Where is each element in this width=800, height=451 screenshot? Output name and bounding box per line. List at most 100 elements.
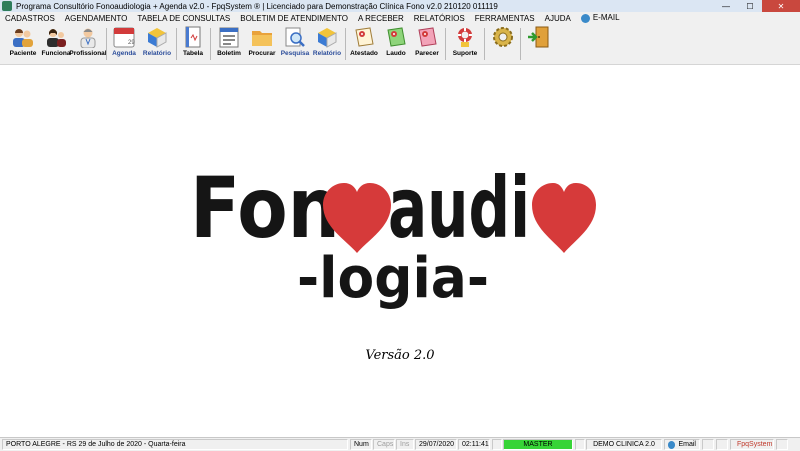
location-date-panel: PORTO ALEGRE - RS 29 de Julho de 2020 - … bbox=[2, 439, 348, 450]
boletim-label: Boletim bbox=[217, 50, 241, 57]
close-button[interactable]: ✕ bbox=[762, 0, 800, 12]
calendar-icon: 29 bbox=[112, 26, 136, 48]
main-content: Fon audi -logia- Versão 2.0 bbox=[0, 65, 800, 435]
menu-agendamento[interactable]: AGENDAMENTO bbox=[60, 14, 133, 23]
parecer-label: Parecer bbox=[415, 50, 439, 57]
menu-email-label: E-MAIL bbox=[592, 13, 620, 23]
window-controls: — ☐ ✕ bbox=[714, 0, 800, 12]
insert-indicator: Ins bbox=[396, 439, 414, 450]
company-icon bbox=[575, 439, 585, 450]
support-life-ring-icon bbox=[453, 26, 477, 48]
tabela-label: Tabela bbox=[182, 50, 204, 57]
relatorio-label-1: Relatório bbox=[142, 50, 172, 57]
agenda-button[interactable]: 29 Agenda bbox=[108, 26, 140, 62]
company-panel: DEMO CLINICA 2.0 bbox=[586, 439, 662, 450]
menu-ferramentas[interactable]: FERRAMENTAS bbox=[470, 14, 540, 23]
patients-icon bbox=[11, 26, 35, 48]
calendar-day: 29 bbox=[128, 40, 135, 46]
profissional-label: Profissional bbox=[69, 50, 107, 57]
info-icon[interactable] bbox=[776, 439, 788, 450]
procurar-button[interactable]: Procurar bbox=[245, 26, 279, 62]
toolbar: Paciente Funciona Profissional 29 Agenda… bbox=[0, 24, 800, 65]
menu-bar: CADASTROS AGENDAMENTO TABELA DE CONSULTA… bbox=[0, 12, 800, 24]
email-status-button[interactable]: Email bbox=[664, 439, 700, 450]
staff-icon bbox=[44, 26, 68, 48]
laudo-button[interactable]: Laudo bbox=[381, 26, 411, 62]
atestado-button[interactable]: Atestado bbox=[347, 26, 381, 62]
report-cube-icon bbox=[145, 26, 169, 48]
config-button[interactable] bbox=[488, 26, 518, 62]
caps-lock-indicator: Caps bbox=[373, 439, 395, 450]
minimize-button[interactable]: — bbox=[714, 0, 738, 12]
version-label: Versão 2.0 bbox=[365, 348, 435, 363]
paciente-label: Paciente bbox=[9, 50, 37, 57]
exit-button[interactable] bbox=[524, 26, 554, 62]
num-lock-indicator: Num bbox=[350, 439, 372, 450]
email-status-label: Email bbox=[678, 441, 696, 448]
laudo-label: Laudo bbox=[386, 50, 406, 57]
brand-panel: FpqSystem bbox=[730, 439, 774, 450]
user-panel: MASTER bbox=[503, 439, 573, 450]
doctor-icon bbox=[76, 26, 100, 48]
gear-icon bbox=[491, 26, 515, 48]
email-globe-icon bbox=[580, 13, 590, 23]
fonoaudiologia-logo: Fon audi -logia- bbox=[190, 159, 596, 311]
title-bar: Programa Consultório Fonoaudiologia + Ag… bbox=[0, 0, 800, 12]
date-panel: 29/07/2020 bbox=[415, 439, 457, 450]
logo-text-audi: audi bbox=[388, 159, 530, 257]
printer-icon[interactable] bbox=[702, 439, 714, 450]
heart-icon bbox=[532, 183, 596, 253]
toolbar-separator bbox=[106, 28, 107, 60]
search-icon bbox=[283, 26, 307, 48]
relatorio-label-2: Relatório bbox=[312, 50, 342, 57]
menu-email[interactable]: E-MAIL bbox=[576, 13, 625, 23]
toolbar-separator bbox=[176, 28, 177, 60]
toolbar-separator bbox=[484, 28, 485, 60]
table-sheet-icon bbox=[181, 26, 205, 48]
certificate-icon bbox=[352, 26, 376, 48]
relatorio-button-1[interactable]: Relatório bbox=[140, 26, 174, 62]
report-cube-icon bbox=[315, 26, 339, 48]
window-title: Programa Consultório Fonoaudiologia + Ag… bbox=[16, 1, 498, 11]
calculator-icon[interactable] bbox=[716, 439, 728, 450]
maximize-button[interactable]: ☐ bbox=[738, 0, 762, 12]
parecer-button[interactable]: Parecer bbox=[411, 26, 443, 62]
menu-boletim-de-atendimento[interactable]: BOLETIM DE ATENDIMENTO bbox=[235, 14, 353, 23]
folder-icon bbox=[250, 26, 274, 48]
report-green-icon bbox=[384, 26, 408, 48]
relatorio-button-2[interactable]: Relatório bbox=[311, 26, 343, 62]
status-bar: PORTO ALEGRE - RS 29 de Julho de 2020 - … bbox=[0, 437, 800, 451]
paciente-button[interactable]: Paciente bbox=[6, 26, 40, 62]
toolbar-separator bbox=[445, 28, 446, 60]
suporte-label: Suporte bbox=[452, 50, 478, 57]
atestado-label: Atestado bbox=[350, 50, 378, 57]
menu-cadastros[interactable]: CADASTROS bbox=[0, 14, 60, 23]
user-icon bbox=[492, 439, 502, 450]
logo-text-fon: Fon bbox=[190, 159, 340, 257]
tabela-button[interactable]: Tabela bbox=[178, 26, 208, 62]
pesquisa-label: Pesquisa bbox=[280, 50, 310, 57]
funciona-label: Funciona bbox=[41, 50, 71, 57]
toolbar-separator bbox=[520, 28, 521, 60]
exit-door-icon bbox=[527, 26, 551, 48]
funciona-button[interactable]: Funciona bbox=[40, 26, 72, 62]
app-icon bbox=[2, 1, 12, 11]
toolbar-separator bbox=[210, 28, 211, 60]
menu-tabela-de-consultas[interactable]: TABELA DE CONSULTAS bbox=[132, 14, 235, 23]
pesquisa-button[interactable]: Pesquisa bbox=[279, 26, 311, 62]
logo-text-logia: -logia- bbox=[297, 246, 489, 311]
time-panel: 02:11:41 bbox=[458, 439, 490, 450]
email-icon bbox=[668, 440, 676, 449]
menu-a-receber[interactable]: A RECEBER bbox=[353, 14, 409, 23]
toolbar-separator bbox=[345, 28, 346, 60]
menu-relatorios[interactable]: RELATÓRIOS bbox=[409, 14, 470, 23]
opinion-icon bbox=[415, 26, 439, 48]
suporte-button[interactable]: Suporte bbox=[448, 26, 482, 62]
menu-ajuda[interactable]: AJUDA bbox=[540, 14, 576, 23]
bulletin-icon bbox=[217, 26, 241, 48]
agenda-label: Agenda bbox=[112, 50, 136, 57]
procurar-label: Procurar bbox=[248, 50, 276, 57]
brand-label: FpqSystem bbox=[737, 441, 773, 448]
boletim-button[interactable]: Boletim bbox=[213, 26, 245, 62]
profissional-button[interactable]: Profissional bbox=[69, 26, 107, 62]
